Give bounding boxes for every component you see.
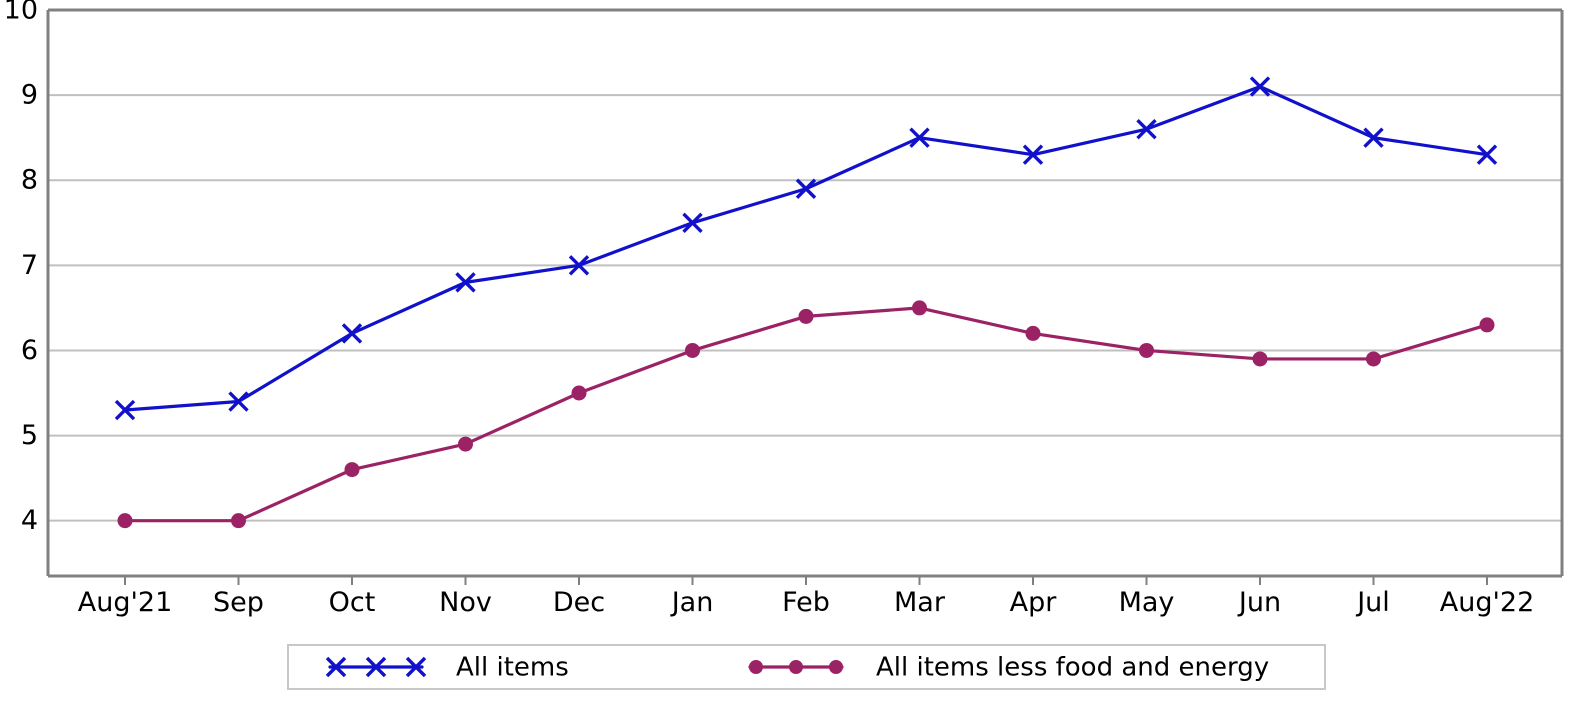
x-tick-label: Nov xyxy=(439,587,492,618)
gridlines xyxy=(48,9,1562,522)
data-point-marker xyxy=(798,308,814,324)
data-point-marker xyxy=(1366,351,1381,367)
x-tick-label: Aug'21 xyxy=(78,587,173,618)
data-point-marker xyxy=(1252,351,1268,367)
series-layer xyxy=(114,76,1498,529)
x-tick-labels: Aug'21 Sep Oct Nov Dec Jan Feb Mar Apr May Jun Jul A… xyxy=(78,587,1535,618)
data-point-marker xyxy=(685,342,700,358)
data-point-marker xyxy=(344,462,360,478)
x-tick-label: Jan xyxy=(670,587,714,618)
series-1 xyxy=(114,76,1498,421)
data-point-marker xyxy=(1139,342,1154,358)
chart-canvas: 4 5 6 7 8 9 10 Aug'21 Sep Oct Nov Dec Jan Feb Mar Apr M… xyxy=(4,0,1564,690)
y-tick-labels: 4 5 6 7 8 9 10 xyxy=(4,0,38,536)
data-point-marker xyxy=(458,436,473,452)
y-tick-label: 6 xyxy=(21,335,38,366)
y-tick-label: 5 xyxy=(21,420,38,451)
y-tick-label: 8 xyxy=(21,165,38,196)
x-tick-label: May xyxy=(1119,587,1175,618)
y-tick-label: 4 xyxy=(21,505,38,536)
x-tick-label: Oct xyxy=(329,587,376,618)
legend-swatch-marker xyxy=(829,660,843,674)
chart-legend: All items All items less food and energy xyxy=(287,644,1326,690)
series-line xyxy=(123,306,1489,523)
x-tick-label: Feb xyxy=(782,587,830,618)
legend-label: All items xyxy=(456,653,569,683)
x-tick-label: Jun xyxy=(1237,587,1281,618)
y-tick-label: 7 xyxy=(21,250,38,281)
legend-swatch-marker xyxy=(749,660,763,674)
data-point-marker xyxy=(117,513,133,529)
x-tick-label: Jul xyxy=(1355,587,1390,618)
data-point-marker xyxy=(571,385,587,401)
data-point-marker xyxy=(1025,325,1041,341)
data-point-marker xyxy=(1479,317,1495,333)
line-chart: 4 5 6 7 8 9 10 Aug'21 Sep Oct Nov Dec Jan Feb Mar Apr M… xyxy=(0,0,1581,724)
y-tick-label: 10 xyxy=(4,0,38,26)
data-point-marker xyxy=(912,300,927,316)
data-point-marker xyxy=(231,513,246,529)
x-tick-label: Mar xyxy=(894,587,946,618)
x-tick-label: Apr xyxy=(1010,587,1058,618)
x-tick-label: Dec xyxy=(553,587,605,618)
x-tick-label: Aug'22 xyxy=(1440,587,1535,618)
legend-swatch-marker xyxy=(789,660,803,674)
y-tick-label: 9 xyxy=(21,80,38,111)
series-2 xyxy=(117,300,1495,529)
legend-label: All items less food and energy xyxy=(876,653,1269,683)
x-tick-label: Sep xyxy=(213,587,264,618)
series-line xyxy=(123,85,1489,412)
